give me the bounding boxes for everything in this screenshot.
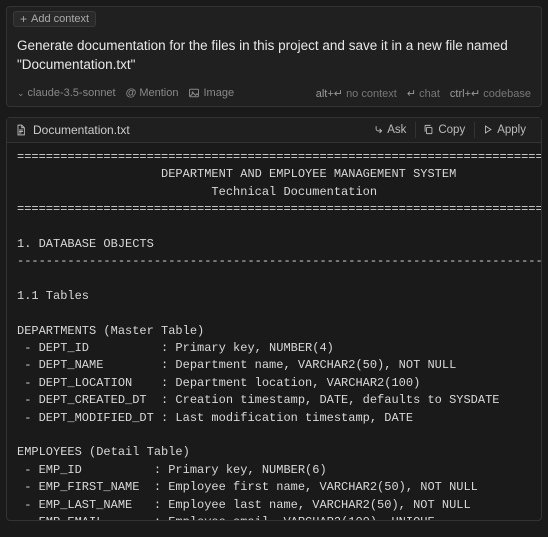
play-icon: [482, 124, 493, 135]
ask-button[interactable]: Ask: [365, 122, 413, 138]
chat-input-panel: + Add context Generate documentation for…: [6, 6, 542, 107]
file-name: Documentation.txt: [33, 123, 130, 137]
model-name: claude-3.5-sonnet: [28, 87, 116, 99]
file-content: ========================================…: [17, 149, 531, 520]
chevron-down-icon: ⌄: [17, 88, 25, 99]
file-result-panel: Documentation.txt Ask Copy Apply: [6, 117, 542, 521]
arrow-return-icon: [372, 124, 383, 135]
at-icon: @: [126, 87, 137, 99]
input-toolbar: ⌄ claude-3.5-sonnet @ Mention Image alt+…: [7, 83, 541, 106]
file-icon: [15, 124, 27, 136]
hint-codebase: ctrl+↵ codebase: [450, 87, 531, 100]
add-context-button[interactable]: + Add context: [13, 11, 96, 27]
image-icon: [188, 87, 200, 99]
add-context-label: Add context: [31, 13, 89, 25]
apply-button[interactable]: Apply: [474, 122, 533, 138]
mention-label: Mention: [139, 87, 178, 99]
model-selector[interactable]: ⌄ claude-3.5-sonnet: [17, 87, 116, 99]
mention-button[interactable]: @ Mention: [126, 87, 179, 99]
copy-button[interactable]: Copy: [415, 122, 472, 138]
hint-chat: ↵ chat: [407, 87, 440, 100]
image-label: Image: [203, 87, 234, 99]
copy-icon: [423, 124, 434, 135]
prompt-textarea[interactable]: Generate documentation for the files in …: [7, 31, 541, 83]
context-row: + Add context: [7, 7, 541, 31]
plus-icon: +: [20, 13, 27, 25]
file-header: Documentation.txt Ask Copy Apply: [7, 118, 541, 143]
file-body[interactable]: ========================================…: [7, 143, 541, 520]
file-actions: Ask Copy Apply: [365, 122, 533, 138]
image-button[interactable]: Image: [188, 87, 234, 99]
hint-no-context: alt+↵ no context: [316, 87, 397, 100]
